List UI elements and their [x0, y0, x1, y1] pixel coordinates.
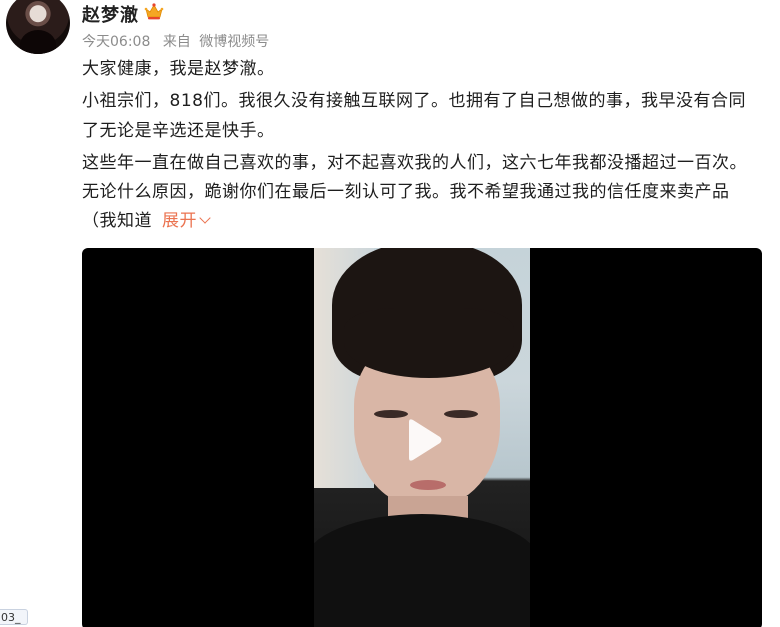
- post-paragraph-1: 大家健康，我是赵梦澈。: [82, 59, 275, 79]
- post-time[interactable]: 今天06:08: [82, 34, 150, 50]
- source-prefix: 来自: [162, 34, 191, 50]
- chevron-down-icon: [199, 212, 211, 225]
- avatar-image: [20, 30, 56, 54]
- post-paragraph-2: 小祖宗们，818们。我很久没有接触互联网了。也拥有了自己想做的事，我早没有合同 …: [82, 91, 746, 141]
- expand-button[interactable]: 展开: [162, 211, 211, 232]
- author-avatar[interactable]: [6, 0, 70, 54]
- side-tab-badge[interactable]: 03_: [0, 609, 28, 625]
- vip-crown-icon: [144, 3, 164, 20]
- post-source[interactable]: 微博视频号: [199, 34, 269, 50]
- author-name[interactable]: 赵梦澈: [82, 1, 139, 27]
- expand-label: 展开: [162, 211, 197, 232]
- post-paragraph-3: 这些年一直在做自己喜欢的事，对不起喜欢我的人们，这六七年我都没播超过一百次。 无…: [82, 149, 772, 237]
- video-player[interactable]: [82, 248, 762, 627]
- post-meta: 今天06:08 来自 微博视频号: [82, 31, 277, 51]
- post-body: 大家健康，我是赵梦澈。 小祖宗们，818们。我很久没有接触互联网了。也拥有了自己…: [82, 55, 772, 237]
- play-icon[interactable]: [403, 418, 443, 462]
- weibo-post: 赵梦澈 今天06:08 来自 微博视频号 大家健康，我是赵梦澈。 小祖宗们，81…: [0, 0, 780, 627]
